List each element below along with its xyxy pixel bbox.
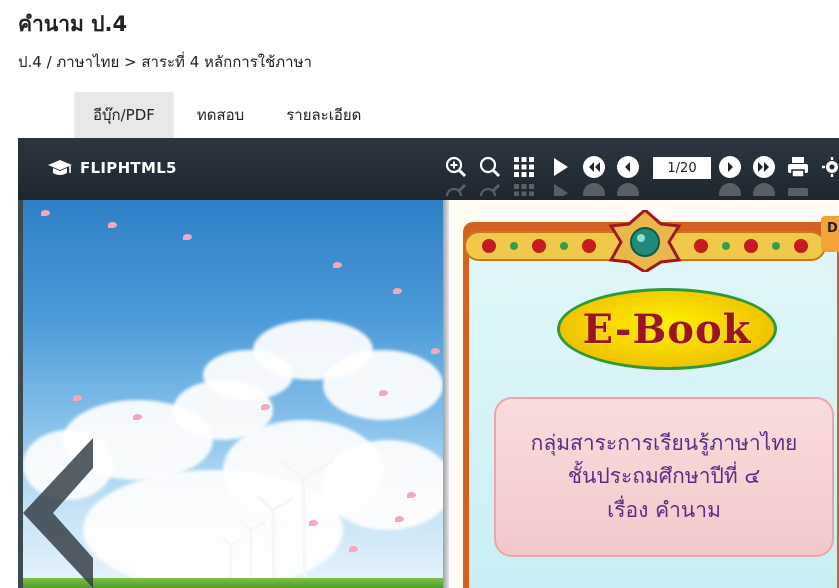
- tab-bar: อีบุ๊ก/PDF ทดสอบ รายละเอียด: [74, 92, 380, 138]
- zoom-reflection: [443, 182, 469, 196]
- ebook-badge: E-Book: [557, 288, 777, 370]
- graduation-cap-icon: [48, 160, 72, 175]
- tab-quiz[interactable]: ทดสอบ: [178, 92, 263, 138]
- more-icon[interactable]: [819, 154, 839, 180]
- petal: [73, 395, 82, 401]
- cover-grade-line: ชั้นประถมศึกษาปีที่ ๔: [567, 464, 761, 489]
- first-page-icon[interactable]: [581, 154, 607, 180]
- petal: [133, 414, 142, 420]
- petal: [349, 546, 358, 552]
- cover-info-box: กลุ่มสาระการเรียนรู้ภาษาไทย ชั้นประถมศึก…: [494, 397, 834, 557]
- tab-ebook-pdf[interactable]: อีบุ๊ก/PDF: [74, 92, 174, 138]
- grid-icon[interactable]: [511, 154, 537, 180]
- play-icon[interactable]: [547, 154, 573, 180]
- last-page-icon[interactable]: [751, 154, 777, 180]
- first-reflection: [581, 182, 607, 196]
- petal: [393, 288, 402, 294]
- play-reflection: [547, 182, 573, 196]
- search-reflection: [477, 182, 503, 196]
- page-title: คำนาม ป.4: [18, 12, 128, 36]
- brand-name: FLIPHTML5: [80, 159, 177, 177]
- left-page-sky-image[interactable]: [23, 200, 443, 588]
- prev-page-icon[interactable]: [615, 154, 641, 180]
- breadcrumb[interactable]: ป.4 / ภาษาไทย > สาระที่ 4 หลักการใช้ภาษา: [18, 50, 312, 74]
- ornament-border-icon: [465, 210, 825, 272]
- previous-page-arrow-icon[interactable]: [23, 438, 103, 588]
- viewer-toolbar: FLIPHTML5: [18, 138, 839, 200]
- zoom-in-icon[interactable]: [443, 154, 469, 180]
- page-number-input[interactable]: [653, 157, 711, 179]
- next-reflection: [717, 182, 743, 196]
- search-icon[interactable]: [477, 154, 503, 180]
- petal: [183, 234, 192, 240]
- print-reflection: [785, 182, 811, 196]
- next-page-icon[interactable]: [717, 154, 743, 180]
- petal: [41, 210, 50, 216]
- petal: [431, 348, 440, 354]
- cover-subject-line: กลุ่มสาระการเรียนรู้ภาษาไทย: [530, 430, 798, 455]
- petal: [407, 492, 416, 498]
- last-reflection: [751, 182, 777, 196]
- petal: [333, 262, 342, 268]
- petal: [395, 516, 404, 522]
- petal: [261, 404, 270, 410]
- cover-topic-line: เรื่อง คำนาม: [607, 497, 721, 522]
- book-spread: E-Book กลุ่มสาระการเรียนรู้ภาษาไทย ชั้นป…: [18, 200, 839, 588]
- ebook-badge-text: E-Book: [582, 305, 752, 353]
- prev-reflection: [615, 182, 641, 196]
- print-icon[interactable]: [785, 154, 811, 180]
- wind-turbines: [222, 458, 334, 588]
- grid-reflection: [511, 182, 537, 196]
- tab-details[interactable]: รายละเอียด: [267, 92, 380, 138]
- cloud: [323, 350, 443, 420]
- fliphtml5-logo[interactable]: FLIPHTML5: [46, 158, 177, 178]
- petal: [108, 222, 117, 228]
- flipbook-viewer: FLIPHTML5 1/20 E-Book กลุ่มสาระการเรียนร…: [18, 138, 839, 588]
- next-page-corner-tab[interactable]: D: [821, 216, 839, 252]
- petal: [379, 390, 388, 396]
- right-page-cover[interactable]: E-Book กลุ่มสาระการเรียนรู้ภาษาไทย ชั้นป…: [449, 200, 839, 588]
